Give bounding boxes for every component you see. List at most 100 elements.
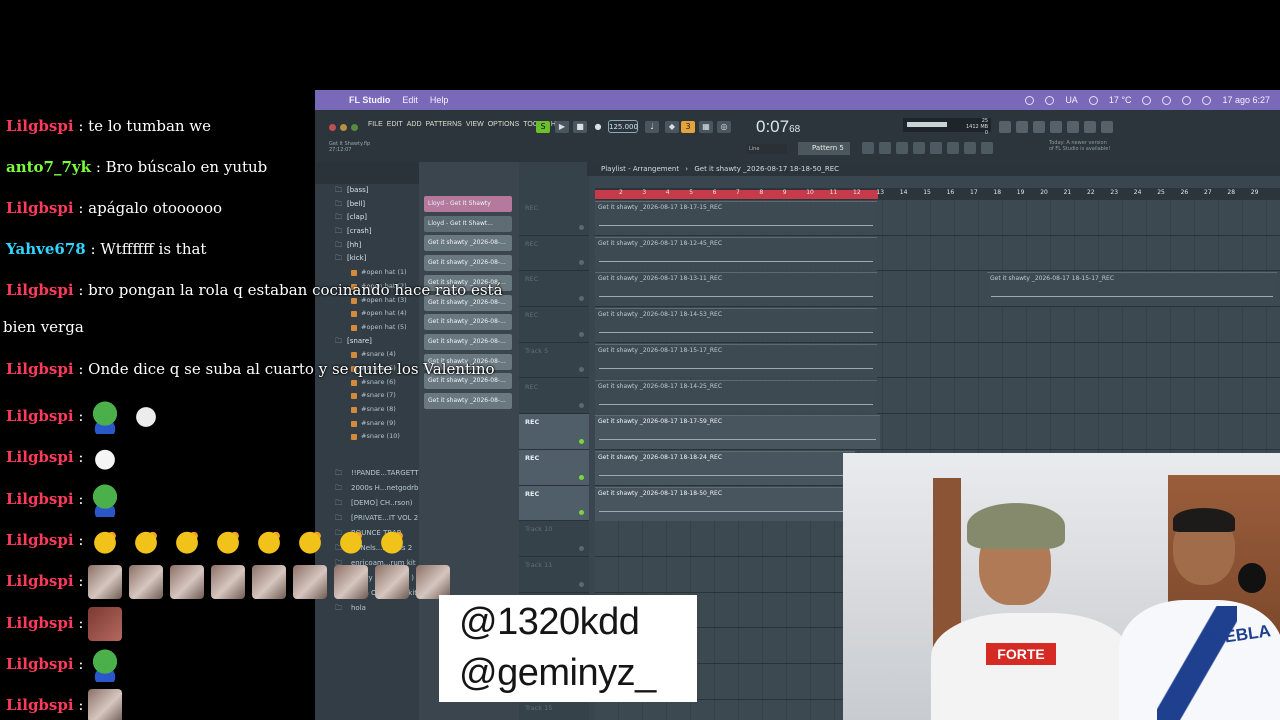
track-header[interactable]: REC xyxy=(519,379,589,415)
playlist-breadcrumb[interactable]: Get it shawty _2026-08-17 18-18-50_REC xyxy=(694,165,839,173)
track-header[interactable]: Track 15 xyxy=(519,700,589,720)
app-name[interactable]: FL Studio xyxy=(349,95,390,105)
audio-clip[interactable]: Get it shawty _2026-08-17 18-12-45_REC xyxy=(595,236,877,271)
audio-clip[interactable]: Get it shawty _2026-08-17 18-18-24_REC xyxy=(595,450,855,485)
channel-item[interactable]: Get it shawty _2026-08-... xyxy=(424,235,512,252)
browser-file[interactable]: #open hat (5) xyxy=(315,321,419,335)
metronome-icon[interactable]: ♩ xyxy=(645,121,659,133)
track-header[interactable]: REC xyxy=(519,485,589,522)
zoom-window-icon[interactable] xyxy=(351,124,358,131)
track-mute-led[interactable] xyxy=(579,331,584,337)
channel-item[interactable]: Get it shawty _2026-08-... xyxy=(424,393,512,409)
track-mute-led[interactable] xyxy=(579,296,584,302)
control-center-icon[interactable] xyxy=(1025,95,1035,105)
search-icon[interactable] xyxy=(1202,95,1212,105)
menu-view[interactable]: VIEW xyxy=(466,121,484,128)
play-icon[interactable]: ▶ xyxy=(555,121,569,133)
timeline-ruler[interactable]: 2 3 4 5 6 7 8 9 10 11 12 13 14 15 16 17 18 19 20 21 22 23 24 25… xyxy=(595,188,1280,200)
plugin-icon[interactable] xyxy=(1101,121,1113,133)
menu-help[interactable]: Help xyxy=(430,95,449,105)
playlist-icon[interactable] xyxy=(862,142,874,154)
audio-clip[interactable]: Get it shawty _2026-08-17 18-15-17_REC xyxy=(595,343,877,378)
track-mute-led[interactable] xyxy=(579,581,584,587)
browser-file[interactable]: #snare (10) xyxy=(315,430,419,444)
track-mute-led[interactable] xyxy=(579,438,584,444)
track-mute-led[interactable] xyxy=(579,260,584,266)
pattern-selector[interactable]: Pattern 5 xyxy=(798,142,850,155)
browser-folder[interactable]: [crash] xyxy=(315,225,419,239)
song-mode-button[interactable]: S xyxy=(536,121,550,133)
touch-keyboard-icon[interactable] xyxy=(964,142,976,154)
export-icon[interactable] xyxy=(1084,121,1096,133)
browser-icon[interactable] xyxy=(930,142,942,154)
track-mute-led[interactable] xyxy=(579,474,584,480)
input-source[interactable]: UA xyxy=(1065,95,1078,105)
browser-pack[interactable]: hola xyxy=(315,601,419,616)
track-header[interactable]: REC xyxy=(519,236,589,272)
focus-icon[interactable] xyxy=(1088,95,1098,105)
time-display[interactable]: 0:0768 xyxy=(756,117,800,137)
browser-tabs[interactable] xyxy=(315,162,419,184)
browser-folder[interactable]: [kick] xyxy=(315,252,419,266)
mic-icon[interactable] xyxy=(1016,121,1028,133)
track-header[interactable]: Track 5 xyxy=(519,343,589,379)
browser-folder[interactable]: [clap] xyxy=(315,211,419,225)
render-icon[interactable] xyxy=(1050,121,1062,133)
browser-folder[interactable]: [snare] xyxy=(315,335,419,349)
news-panel[interactable]: Today: A newer version of FL Studio is a… xyxy=(1049,140,1110,152)
countdown-icon[interactable]: 3 xyxy=(681,121,695,133)
track-header[interactable]: Track 11 xyxy=(519,557,589,593)
tempo-display[interactable]: 125.000 xyxy=(608,120,638,133)
audio-clip[interactable]: Get it shawty _2026-08-17 18-14-25_REC xyxy=(595,379,877,414)
audio-clip[interactable]: Get it shawty _2026-08-17 18-18-50_REC xyxy=(595,486,855,521)
channel-item[interactable]: Lloyd - Get It Shawt... xyxy=(424,215,512,232)
browser-folder[interactable]: [hh] xyxy=(315,239,419,253)
close-window-icon[interactable] xyxy=(329,124,336,131)
browser-file[interactable]: #snare (9) xyxy=(315,417,419,431)
stop-icon[interactable]: ■ xyxy=(573,121,587,133)
track-header[interactable]: REC xyxy=(519,449,589,486)
audio-clip[interactable]: Get it shawty _2026-08-17 18-13-11_REC xyxy=(595,272,877,307)
browser-file[interactable]: #open hat (4) xyxy=(315,307,419,321)
channel-item[interactable]: Get it shawty _2026-08-... xyxy=(424,255,512,272)
browser-pack[interactable]: !!PANDE...TARGETT xyxy=(315,466,419,481)
piano-roll-icon[interactable] xyxy=(879,142,891,154)
channel-item[interactable]: Get it shawty _2026-08-... xyxy=(424,333,512,350)
plugin-picker-icon[interactable] xyxy=(947,142,959,154)
browser-file[interactable]: #snare (7) xyxy=(315,389,419,403)
audio-clip[interactable]: Get it shawty _2026-08-17 18-17-15_REC xyxy=(595,201,877,235)
menu-patterns[interactable]: PATTERNS xyxy=(426,121,462,128)
blend-notes-icon[interactable]: ◎ xyxy=(717,121,731,133)
save-icon[interactable] xyxy=(1033,121,1045,133)
browser-pack[interactable]: 2000s H...netgodrb xyxy=(315,481,419,496)
channel-item[interactable]: Get it shawty _2026-08-... xyxy=(424,314,512,331)
wifi-icon[interactable] xyxy=(1182,95,1192,105)
weather[interactable]: 17 °C xyxy=(1109,95,1132,105)
track-header[interactable]: Track 10 xyxy=(519,521,589,557)
browser-file[interactable]: #open hat (1) xyxy=(315,266,419,280)
track-header[interactable]: REC xyxy=(519,307,589,343)
battery-icon[interactable] xyxy=(1142,95,1152,105)
mixer-icon[interactable] xyxy=(913,142,925,154)
undo-icon[interactable] xyxy=(999,121,1011,133)
track-header[interactable]: REC xyxy=(519,271,589,308)
menu-edit[interactable]: Edit xyxy=(402,95,418,105)
track-mute-led[interactable] xyxy=(579,510,584,516)
track-mute-led[interactable] xyxy=(579,403,584,409)
wait-input-icon[interactable]: ◆ xyxy=(665,121,679,133)
menu-file[interactable]: FILE xyxy=(368,121,383,128)
clock[interactable]: 17 ago 6:27 xyxy=(1222,95,1270,105)
record-button-icon[interactable]: ● xyxy=(591,121,605,133)
track-mute-led[interactable] xyxy=(579,545,584,551)
track-header[interactable]: REC xyxy=(519,200,589,236)
step-edit-icon[interactable]: ▦ xyxy=(699,121,713,133)
track-header[interactable]: REC xyxy=(519,414,589,450)
menu-options[interactable]: OPTIONS xyxy=(488,121,520,128)
track-mute-led[interactable] xyxy=(579,224,584,230)
track-mute-led[interactable] xyxy=(579,367,584,373)
browser-folder[interactable]: [bell] xyxy=(315,198,419,212)
audio-clip[interactable]: Get it shawty _2026-08-17 18-17-59_REC xyxy=(595,415,880,450)
channel-item[interactable]: Lloyd - Get It Shawty xyxy=(424,196,512,212)
snap-mode[interactable]: Line xyxy=(747,144,787,154)
help-icon[interactable] xyxy=(1067,121,1079,133)
